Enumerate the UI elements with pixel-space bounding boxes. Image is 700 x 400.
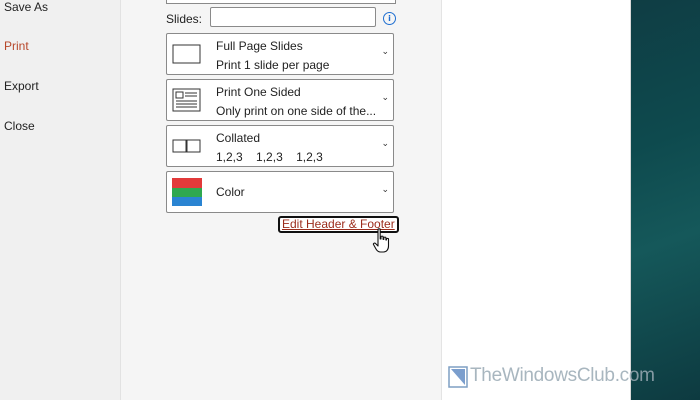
layout-title: Full Page Slides [216, 39, 303, 53]
collation-order: 1,2,3 1,2,3 1,2,3 [216, 150, 333, 164]
sides-description: Only print on one side of the... [216, 104, 377, 118]
slides-input[interactable] [210, 7, 376, 27]
backstage-nav: Save As Print Export Close [0, 0, 121, 400]
color-title: Color [216, 185, 245, 199]
hand-pointer-icon [372, 228, 390, 253]
print-range-dropdown-edge[interactable] [166, 0, 396, 4]
chevron-down-icon: ⌄ [381, 47, 389, 57]
full-page-slide-icon [172, 44, 201, 64]
watermark: TheWindowsClub.com [448, 364, 678, 390]
sides-dropdown[interactable]: Print One Sided Only print on one side o… [166, 79, 394, 121]
slides-label: Slides: [166, 12, 203, 26]
layout-description: Print 1 slide per page [216, 58, 330, 72]
chevron-down-icon: ⌄ [381, 139, 389, 149]
nav-item-close[interactable]: Close [4, 119, 35, 133]
info-icon[interactable]: i [383, 12, 396, 25]
nav-item-export[interactable]: Export [4, 79, 39, 93]
print-settings-panel: Slides: i Full Page Slides Print 1 slide… [121, 0, 442, 400]
nav-item-save-as[interactable]: Save As [4, 0, 48, 14]
collation-order-value: 1,2,3 [296, 150, 323, 164]
sides-title: Print One Sided [216, 85, 301, 99]
collation-dropdown[interactable]: Collated 1,2,3 1,2,3 1,2,3 ⌄ [166, 125, 394, 167]
color-dropdown[interactable]: Color ⌄ [166, 171, 394, 213]
layout-dropdown[interactable]: Full Page Slides Print 1 slide per page … [166, 33, 394, 75]
slide-preview [631, 0, 700, 400]
watermark-text: TheWindowsClub.com [470, 365, 655, 386]
chevron-down-icon: ⌄ [381, 185, 389, 195]
one-sided-page-icon [172, 88, 201, 112]
collation-order-value: 1,2,3 [216, 150, 243, 164]
chevron-down-icon: ⌄ [381, 93, 389, 103]
windows-club-logo-icon [448, 366, 468, 388]
print-preview-area [442, 0, 631, 400]
collation-order-value: 1,2,3 [256, 150, 283, 164]
collation-title: Collated [216, 131, 261, 145]
nav-item-print[interactable]: Print [4, 39, 29, 53]
collated-pages-icon [172, 139, 201, 153]
color-swatch-icon [172, 178, 202, 206]
